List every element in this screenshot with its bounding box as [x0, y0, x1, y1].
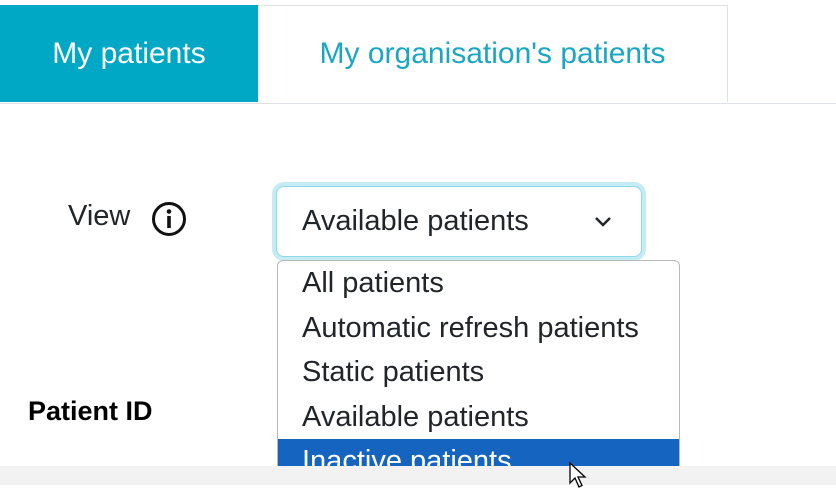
chevron-down-icon: [595, 217, 611, 227]
mouse-cursor-icon: [569, 462, 587, 488]
table-header-band: [0, 466, 836, 485]
option-all-patients[interactable]: All patients: [278, 261, 679, 306]
option-available-patients[interactable]: Available patients: [278, 395, 679, 440]
tab-my-organisations-patients[interactable]: My organisation's patients: [258, 5, 728, 102]
view-select-value: Available patients: [302, 205, 529, 237]
view-dropdown-list: All patients Automatic refresh patients …: [277, 260, 680, 485]
option-static-patients[interactable]: Static patients: [278, 350, 679, 395]
tab-my-patients[interactable]: My patients: [0, 5, 258, 102]
option-automatic-refresh-patients[interactable]: Automatic refresh patients: [278, 306, 679, 351]
view-label: View: [68, 200, 131, 232]
column-header-patient-id[interactable]: Patient ID: [28, 396, 153, 427]
info-icon[interactable]: [151, 201, 187, 237]
view-select[interactable]: Available patients: [276, 186, 642, 257]
patient-tabs: My patients My organisation's patients: [0, 0, 836, 104]
